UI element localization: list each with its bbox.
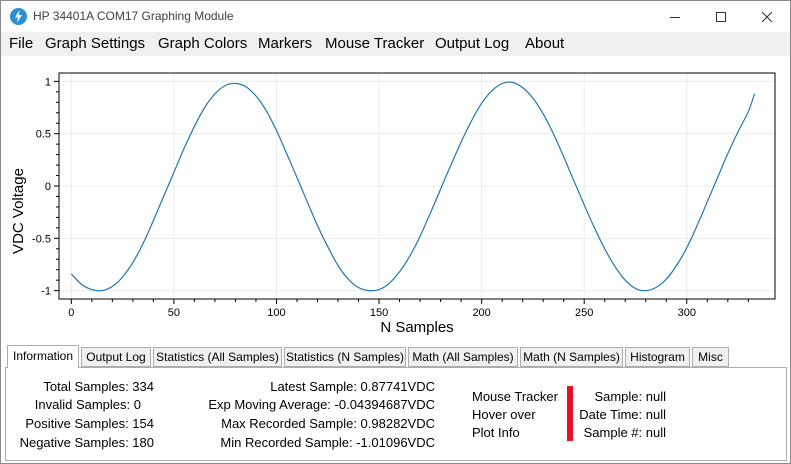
mouse-tracker-plot-info: Plot Info [472, 425, 520, 440]
maximize-button[interactable] [698, 1, 744, 32]
tab-histogram[interactable]: Histogram [625, 347, 690, 367]
information-panel: Total Samples: 334 Invalid Samples: 0 Po… [5, 367, 787, 461]
menu-graph-settings[interactable]: Graph Settings [45, 35, 145, 52]
close-button[interactable] [744, 1, 790, 32]
y-tick-label: 0 [45, 181, 51, 193]
menu-bar: File Graph Settings Graph Colors Markers… [1, 32, 790, 56]
tab-math-n[interactable]: Math (N Samples) [520, 347, 623, 367]
tab-information[interactable]: Information [7, 345, 79, 368]
positive-samples: Positive Samples: 154 [25, 416, 154, 431]
x-tick-label: 50 [168, 307, 180, 319]
x-tick-label: 100 [267, 307, 285, 319]
x-tick-label: 0 [68, 307, 74, 319]
tracker-sample-number: Sample #: null [583, 425, 666, 440]
y-tick-label: 1 [45, 76, 51, 88]
tab-output-log[interactable]: Output Log [81, 347, 151, 367]
tab-math-all[interactable]: Math (All Samples) [408, 347, 518, 367]
graph-plot[interactable]: 0 50 100 150 200 250 300 1 0.5 0 -0.5 -1 N Samples … [1, 56, 790, 344]
menu-output-log[interactable]: Output Log [435, 35, 509, 52]
menu-mouse-tracker[interactable]: Mouse Tracker [325, 35, 424, 52]
tracker-date-time: Date Time: null [579, 407, 666, 422]
total-samples: Total Samples: 334 [43, 379, 154, 394]
x-tick-label: 150 [370, 307, 388, 319]
app-window: HP 34401A COM17 Graphing Module File Gra… [0, 0, 791, 464]
menu-about[interactable]: About [525, 35, 564, 52]
close-icon [761, 11, 773, 22]
mouse-tracker-hover: Hover over [472, 407, 536, 422]
title-bar[interactable]: HP 34401A COM17 Graphing Module [1, 1, 790, 32]
tracker-sample: Sample: null [594, 389, 666, 404]
y-tick-label: -0.5 [32, 233, 51, 245]
info-tabs: Information Output Log Statistics (All S… [1, 344, 790, 368]
y-tick-label: 0.5 [36, 129, 51, 141]
min-recorded-sample: Min Recorded Sample: -1.01096VDC [220, 435, 435, 450]
invalid-samples: Invalid Samples: 0 [34, 397, 141, 412]
lightning-icon [10, 8, 27, 25]
maximize-icon [716, 11, 726, 22]
tab-misc[interactable]: Misc [692, 347, 729, 367]
minimize-icon [670, 16, 680, 18]
y-axis-label: VDC Voltage [10, 168, 27, 254]
mouse-tracker-title: Mouse Tracker [472, 389, 558, 404]
exp-moving-average: Exp Moving Average: -0.04394687VDC [208, 397, 435, 412]
tab-statistics-all[interactable]: Statistics (All Samples) [153, 347, 282, 367]
y-tick-label: -1 [41, 286, 51, 298]
x-tick-label: 250 [575, 307, 593, 319]
max-recorded-sample: Max Recorded Sample: 0.98282VDC [221, 416, 435, 431]
latest-sample: Latest Sample: 0.87741VDC [270, 379, 435, 394]
x-tick-label: 300 [678, 307, 696, 319]
menu-graph-colors[interactable]: Graph Colors [158, 35, 247, 52]
mouse-tracker-indicator [567, 386, 573, 441]
window-title: HP 34401A COM17 Graphing Module [33, 9, 234, 23]
voltage-chart[interactable]: 0 50 100 150 200 250 30010.50-0.5-1 N Samples … [1, 56, 790, 344]
negative-samples: Negative Samples: 180 [19, 435, 154, 450]
x-tick-label: 200 [472, 307, 490, 319]
x-axis-label: N Samples [380, 319, 453, 336]
minimize-button[interactable] [652, 1, 698, 32]
menu-markers[interactable]: Markers [258, 35, 312, 52]
tab-statistics-n[interactable]: Statistics (N Samples) [284, 347, 406, 367]
menu-file[interactable]: File [9, 35, 33, 52]
